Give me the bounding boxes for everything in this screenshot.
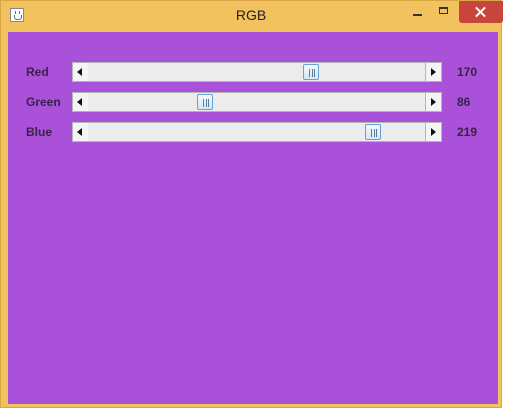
color-preview-panel: Red 170 Green 86 Blue 219 <box>8 32 498 404</box>
red-value: 170 <box>457 65 478 79</box>
red-slider-row: Red 170 <box>8 62 498 82</box>
blue-slider-row: Blue 219 <box>8 122 498 142</box>
blue-increment-arrow-icon[interactable] <box>425 123 441 141</box>
grip-icon <box>371 129 377 137</box>
red-track[interactable] <box>88 63 426 81</box>
close-button[interactable] <box>459 1 503 23</box>
blue-track[interactable] <box>88 123 426 141</box>
green-label: Green <box>26 95 61 109</box>
red-increment-arrow-icon[interactable] <box>425 63 441 81</box>
minimize-button[interactable] <box>405 1 433 23</box>
red-label: Red <box>26 65 49 79</box>
blue-scrollbar[interactable] <box>72 122 442 142</box>
blue-label: Blue <box>26 125 53 139</box>
green-slider-row: Green 86 <box>8 92 498 112</box>
blue-decrement-arrow-icon[interactable] <box>73 123 89 141</box>
blue-thumb[interactable] <box>365 124 381 140</box>
red-decrement-arrow-icon[interactable] <box>73 63 89 81</box>
title-bar[interactable]: RGB <box>1 1 503 31</box>
app-window: RGB Red 170 Green 86 Blue 219 <box>0 0 503 408</box>
green-value: 86 <box>457 95 471 109</box>
green-track[interactable] <box>88 93 426 111</box>
maximize-button[interactable] <box>433 1 459 23</box>
blue-value: 219 <box>457 125 478 139</box>
red-thumb[interactable] <box>303 64 319 80</box>
red-scrollbar[interactable] <box>72 62 442 82</box>
green-thumb[interactable] <box>197 94 213 110</box>
green-increment-arrow-icon[interactable] <box>425 93 441 111</box>
green-decrement-arrow-icon[interactable] <box>73 93 89 111</box>
grip-icon <box>203 99 209 107</box>
grip-icon <box>309 69 315 77</box>
green-scrollbar[interactable] <box>72 92 442 112</box>
